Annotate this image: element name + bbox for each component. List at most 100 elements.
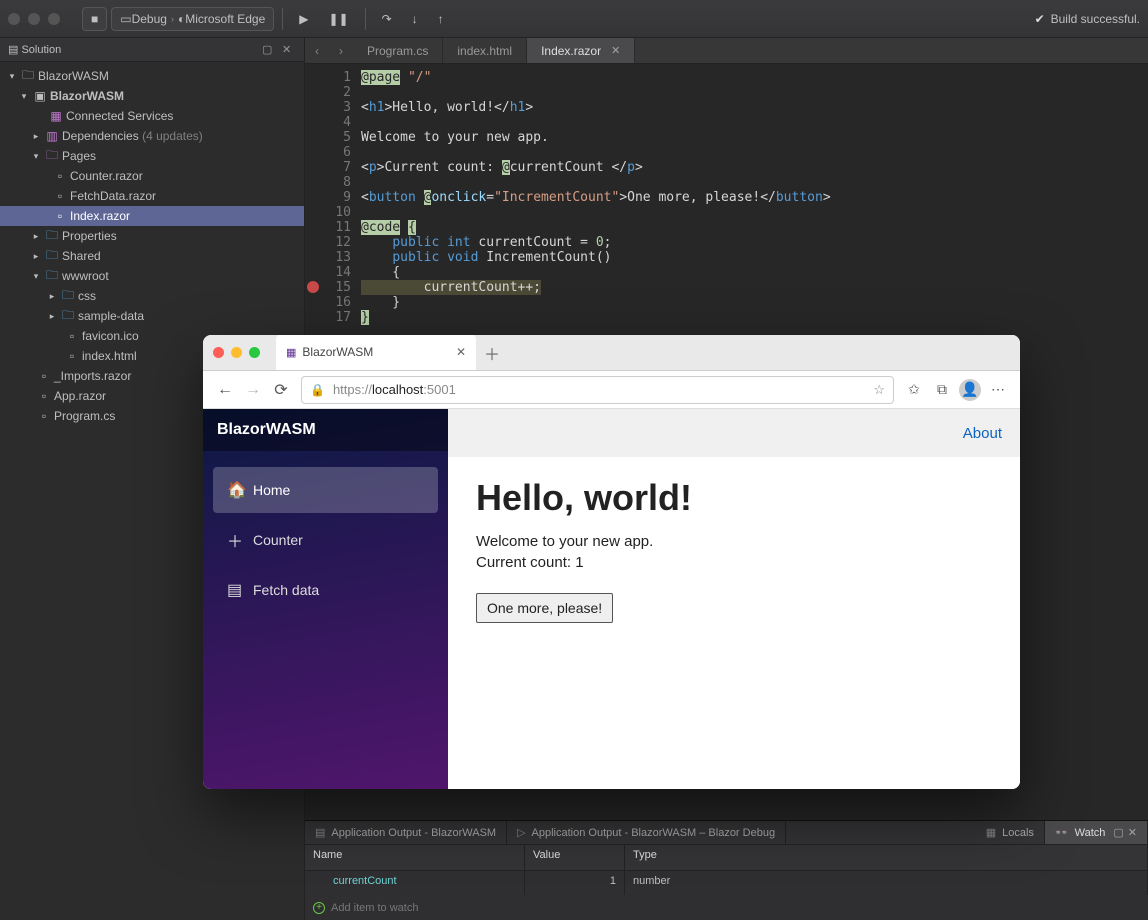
tree-dependencies[interactable]: ▸▥ Dependencies (4 updates) [0,126,304,146]
back-button[interactable]: ← [211,381,239,399]
tree-connected-services[interactable]: ▦ Connected Services [0,106,304,126]
add-icon: + [313,902,325,914]
nav-counter[interactable]: ＋ Counter [213,517,438,563]
nav-label: Home [253,482,290,498]
list-icon: ▤ [227,580,253,600]
increment-button[interactable]: One more, please! [476,593,613,623]
tab-label: Program.cs [367,44,428,58]
nav-home[interactable]: 🏠 Home [213,467,438,513]
url-port: :5001 [423,382,456,397]
favorites-button[interactable]: ✩ [900,381,928,398]
tree-label: Properties [62,229,117,243]
tree-label: Shared [62,249,101,263]
welcome-text: Welcome to your new app. [476,533,992,550]
step-out-button[interactable]: ↑ [430,7,452,31]
about-link[interactable]: About [963,425,1002,442]
reload-button[interactable]: ⟳ [267,380,295,400]
forward-button[interactable]: → [239,381,267,399]
stop-button[interactable]: ■ [82,7,107,31]
watch-grid[interactable]: Name Value Type currentCount 1 number + … [305,845,1148,920]
more-button[interactable]: ⋯ [984,381,1012,398]
debug-tab-output1[interactable]: ▤ Application Output - BlazorWASM [305,821,507,844]
razor-file-icon: ▫ [36,389,52,403]
razor-file-icon: ▫ [52,169,68,183]
panel-restore-icon[interactable]: ▢ [262,43,276,57]
star-outline-icon[interactable]: ☆ [873,382,885,398]
nav-forward-button[interactable]: › [329,38,353,63]
plus-icon: ＋ [227,528,253,552]
browser-tab-title: BlazorWASM [302,345,373,359]
tree-file-counter[interactable]: ▫ Counter.razor [0,166,304,186]
tab-index-html[interactable]: index.html [443,38,527,63]
close-icon[interactable]: ✕ [611,44,620,57]
tree-label: _Imports.razor [54,369,131,383]
razor-file-icon: ▫ [52,209,68,223]
tree-file-fetchdata[interactable]: ▫ FetchData.razor [0,186,304,206]
debug-tab-watch[interactable]: 👓 Watch ▢ ✕ [1045,821,1148,844]
tree-project[interactable]: ▾▣ BlazorWASM [0,86,304,106]
top-toolbar: ■ ▭ Debug › ◐ Microsoft Edge ▶ ❚❚ ↷ ↓ ↑ … [0,0,1148,38]
watch-row-value: 1 [525,871,625,896]
url-bar[interactable]: 🔒 https:// localhost :5001 ☆ [301,376,894,404]
breakpoint-icon[interactable] [307,281,319,293]
profile-button[interactable]: 👤 [956,379,984,401]
new-tab-button[interactable]: ＋ [484,341,500,365]
tab-label: index.html [457,44,512,58]
tree-label: wwwroot [62,269,109,283]
tree-label: Connected Services [66,109,173,123]
btab-label: Application Output - BlazorWASM [331,827,496,839]
nav-back-button[interactable]: ‹ [305,38,329,63]
chevron-right-icon: › [171,14,174,24]
browser-navbar: ← → ⟳ 🔒 https:// localhost :5001 ☆ ✩ ⧉ 👤… [203,371,1020,409]
tree-css[interactable]: ▸🗀 css [0,286,304,306]
browser-tabstrip: ▦ BlazorWASM ✕ ＋ [203,335,1020,371]
tree-solution-root[interactable]: ▾🗀 BlazorWASM [0,66,304,86]
solution-header: ▤ Solution ▢ ✕ [0,38,304,62]
tree-shared[interactable]: ▸🗀 Shared [0,246,304,266]
tree-note: (4 updates) [142,129,203,143]
count-text: Current count: 1 [476,554,992,571]
nav-fetch-data[interactable]: ▤ Fetch data [213,567,438,613]
step-over-button[interactable]: ↷ [374,7,400,31]
project-icon: ▣ [32,89,48,103]
brand-label: BlazorWASM [203,409,448,451]
pause-button[interactable]: ❚❚ [321,7,357,31]
step-into-button[interactable]: ↓ [404,7,426,31]
watch-row-type: number [625,871,1148,896]
globe-icon: ◐ [178,12,185,26]
window-traffic-lights[interactable] [8,13,60,25]
run-config-selector[interactable]: ▭ Debug › ◐ Microsoft Edge [111,7,274,31]
folder-icon: 🗀 [20,69,36,83]
tree-wwwroot[interactable]: ▾🗀 wwwroot [0,266,304,286]
build-status: ✔ Build successful. [1035,12,1140,26]
output-icon: ▤ [315,826,325,839]
panel-close-icon[interactable]: ✕ [282,43,296,57]
tree-sample-data[interactable]: ▸🗀 sample-data [0,306,304,326]
app-sidebar: BlazorWASM 🏠 Home ＋ Counter ▤ Fetch data [203,409,448,789]
tree-label: css [78,289,96,303]
add-watch-label: Add item to watch [331,902,418,914]
tab-program-cs[interactable]: Program.cs [353,38,443,63]
tree-file-index-razor[interactable]: ▫ Index.razor [0,206,304,226]
tree-pages[interactable]: ▾🗀 Pages [0,146,304,166]
browser-traffic-lights[interactable] [213,347,260,358]
col-name: Name [305,845,525,871]
debug-tab-locals[interactable]: ▦ Locals [976,821,1045,844]
watch-row-name[interactable]: currentCount [305,871,525,896]
package-icon: ▥ [44,129,60,143]
btab-label: Watch [1075,827,1106,839]
play-button[interactable]: ▶ [291,7,316,31]
close-icon[interactable]: ✕ [456,345,466,359]
config-label: Debug [132,12,167,26]
collections-button[interactable]: ⧉ [928,381,956,398]
folder-icon: 🗀 [60,309,76,323]
browser-tab[interactable]: ▦ BlazorWASM ✕ [276,335,476,370]
debug-tab-output2[interactable]: ▷ Application Output - BlazorWASM – Blaz… [507,821,786,844]
add-watch-row[interactable]: + Add item to watch [305,895,1148,920]
panel-restore-icon[interactable]: ▢ [1113,826,1123,839]
file-icon: ▫ [64,349,80,363]
panel-close-icon[interactable]: ✕ [1128,826,1137,839]
tree-properties[interactable]: ▸🗀 Properties [0,226,304,246]
tab-index-razor[interactable]: Index.razor ✕ [527,38,635,63]
tree-label: Program.cs [54,409,115,423]
